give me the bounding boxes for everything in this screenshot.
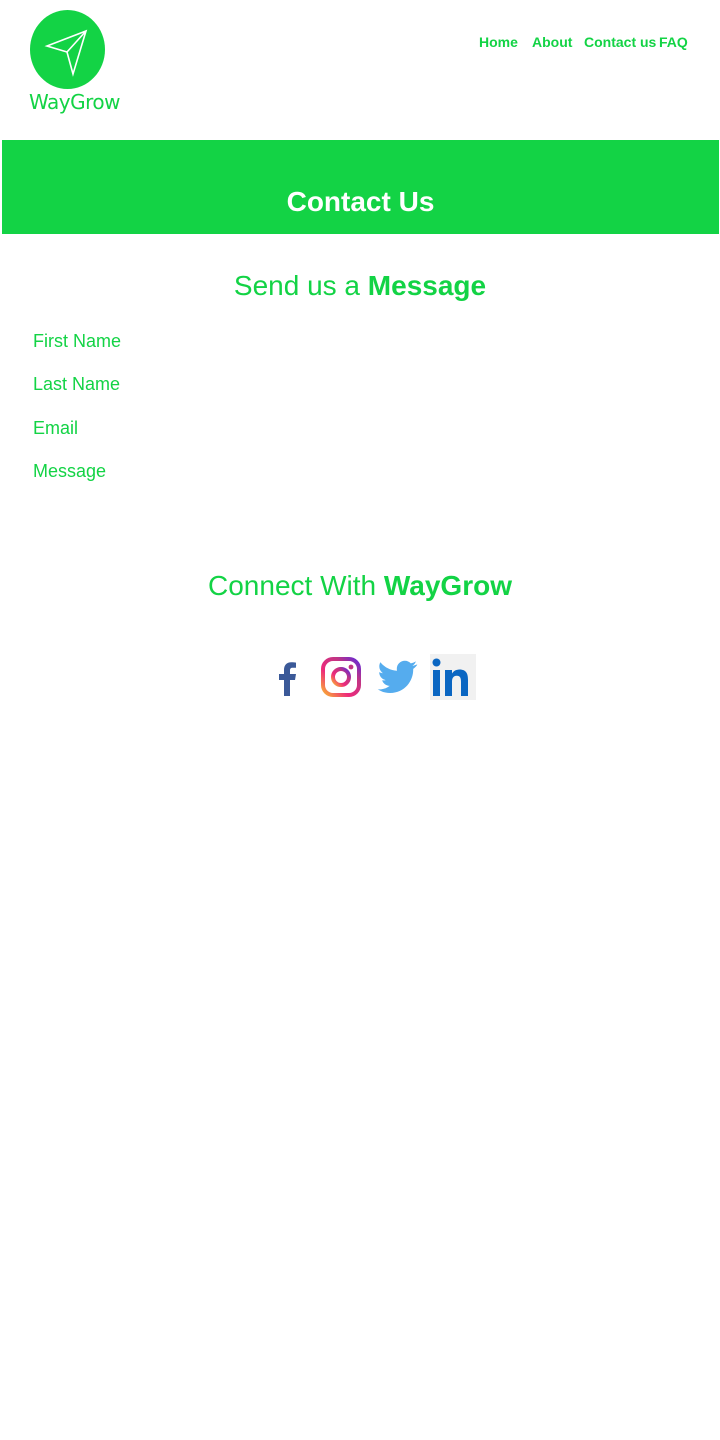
first-name-field[interactable] xyxy=(33,329,683,353)
contact-page: WayGrow Home About Contact us FAQ Contac… xyxy=(0,0,720,1440)
message-field[interactable] xyxy=(33,459,683,483)
nav-contact[interactable]: Contact us xyxy=(584,34,656,50)
connect-heading-bold: WayGrow xyxy=(383,570,512,601)
social-links xyxy=(264,654,476,700)
brand-logo[interactable]: WayGrow xyxy=(26,8,120,116)
twitter-icon[interactable] xyxy=(374,654,420,700)
form-heading-bold: Message xyxy=(367,270,487,301)
paper-plane-icon xyxy=(30,10,105,89)
email-input[interactable] xyxy=(33,416,683,440)
last-name-field[interactable] xyxy=(33,372,683,396)
page-title: Contact Us xyxy=(286,186,435,217)
facebook-icon[interactable] xyxy=(264,654,310,700)
connect-heading-prefix: Connect With xyxy=(208,570,377,601)
first-name-input[interactable] xyxy=(33,329,683,353)
instagram-icon[interactable] xyxy=(318,654,364,700)
site-header: WayGrow Home About Contact us FAQ xyxy=(0,0,720,140)
page-banner: Contact Us xyxy=(2,140,719,234)
form-heading-prefix: Send us a xyxy=(233,270,361,301)
last-name-input[interactable] xyxy=(33,372,683,396)
form-heading: Send us a Message xyxy=(0,270,720,302)
brand-name: WayGrow xyxy=(29,90,120,114)
message-input[interactable] xyxy=(33,459,683,483)
linkedin-icon[interactable] xyxy=(430,654,476,700)
nav-home[interactable]: Home xyxy=(479,34,518,50)
nav-faq[interactable]: FAQ xyxy=(659,34,688,50)
email-field[interactable] xyxy=(33,416,683,440)
nav-about[interactable]: About xyxy=(532,34,572,50)
connect-heading: Connect With WayGrow xyxy=(0,570,720,602)
